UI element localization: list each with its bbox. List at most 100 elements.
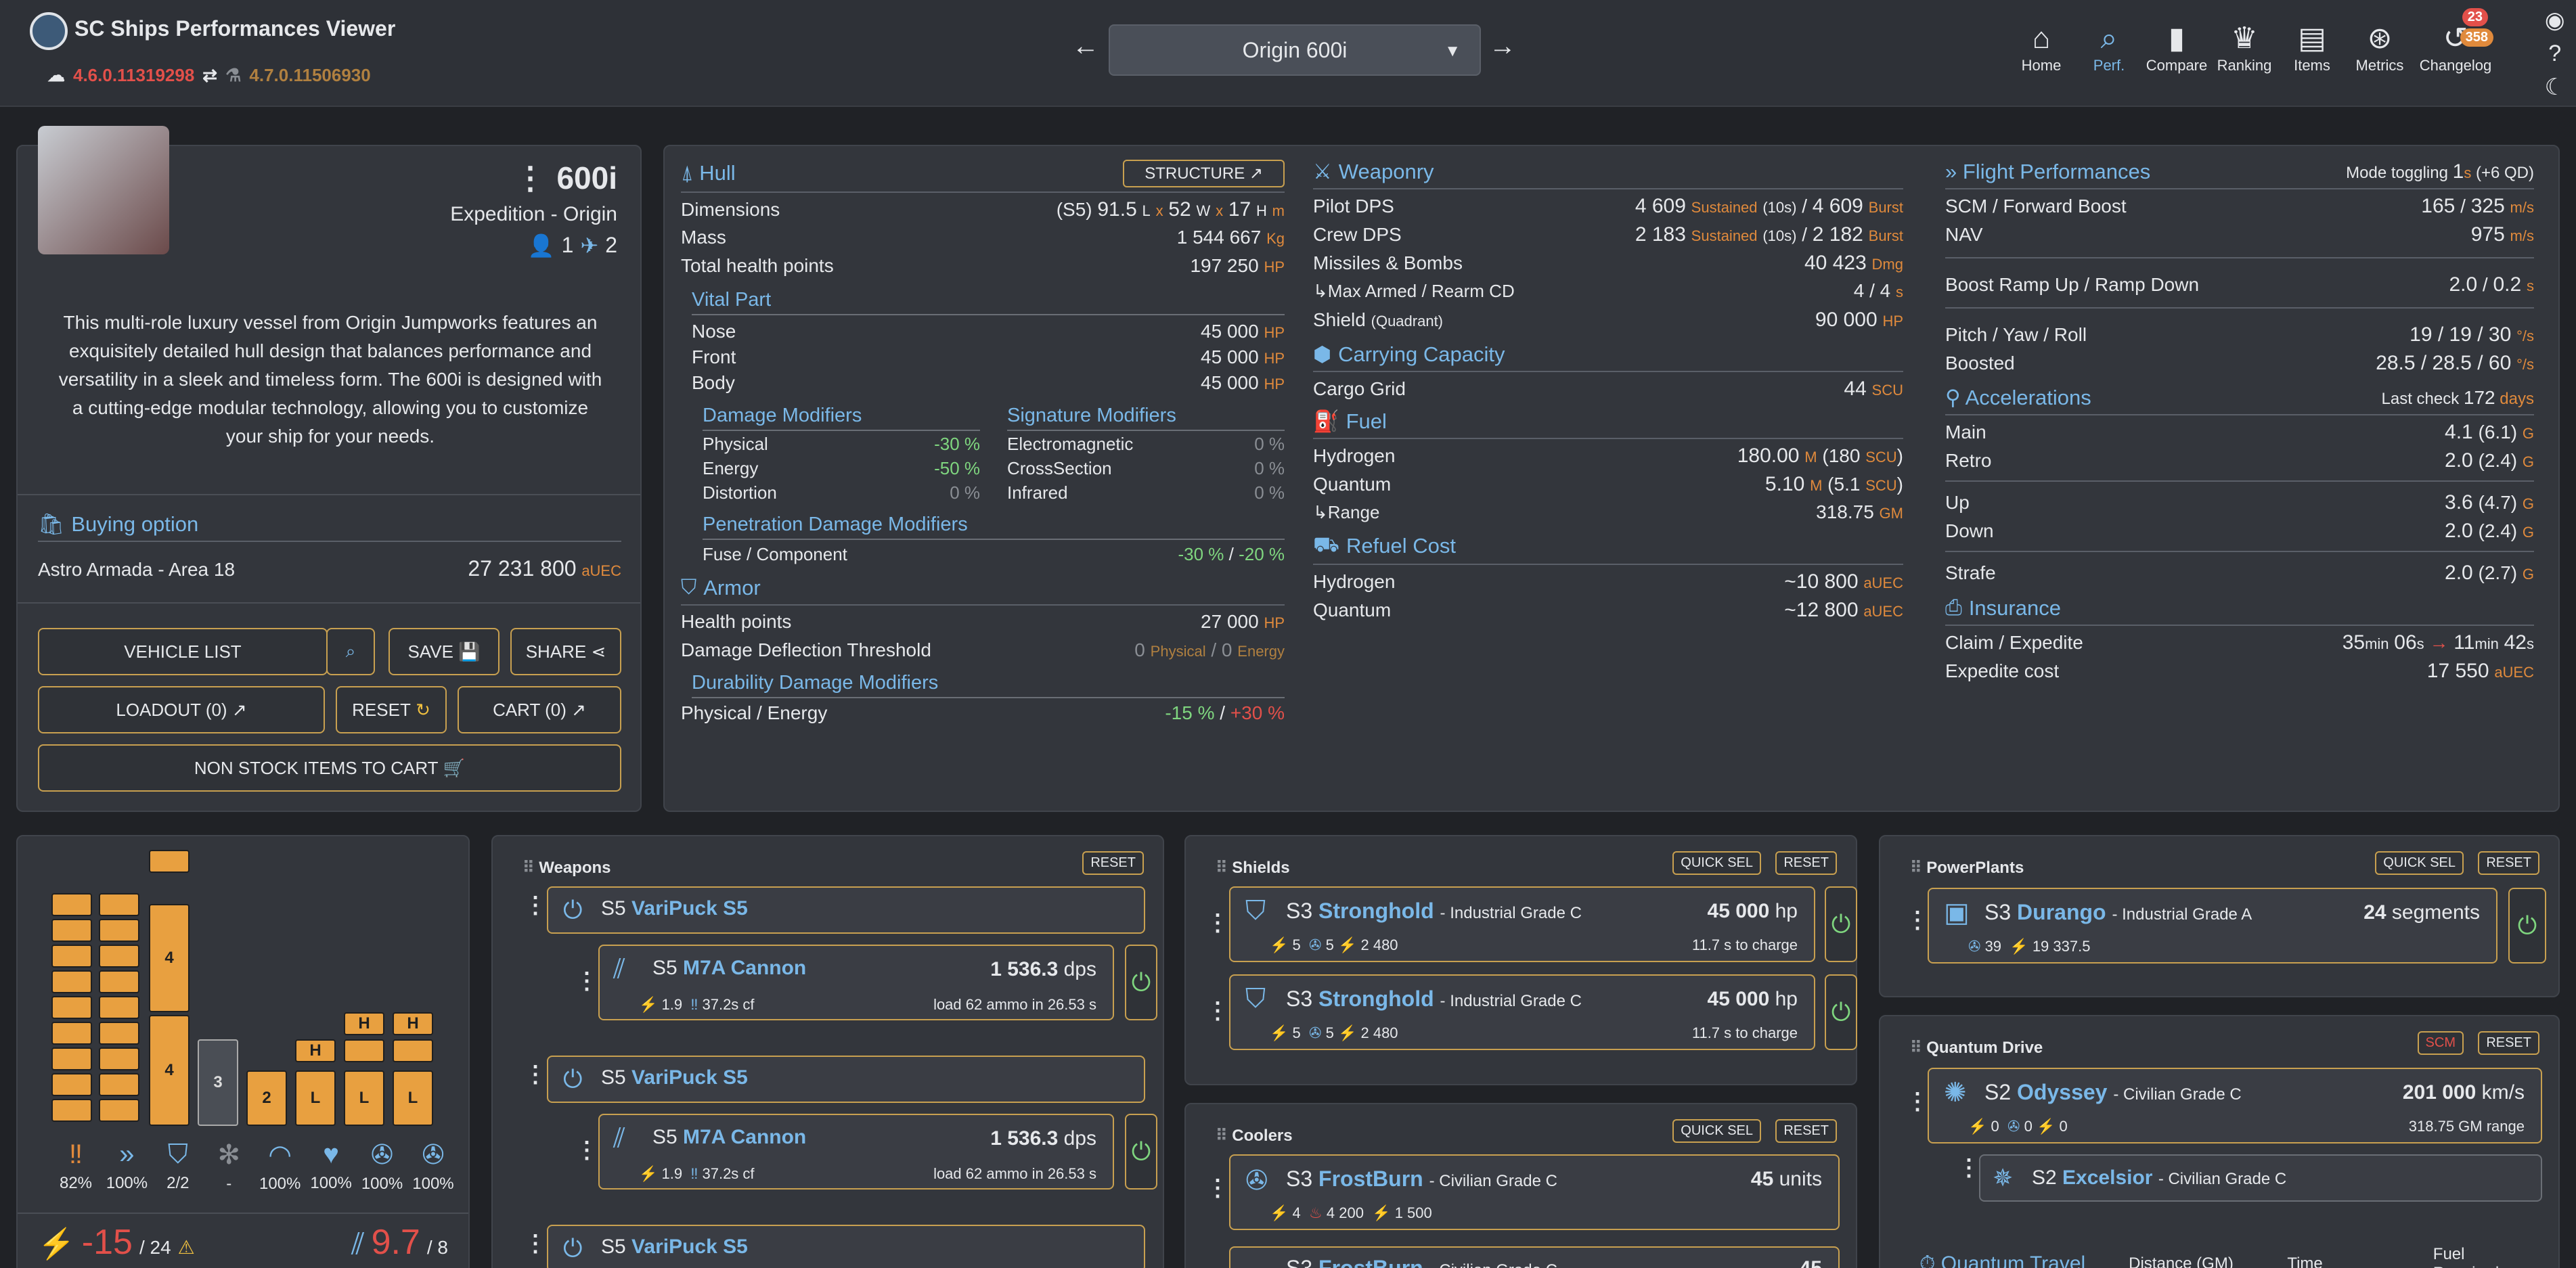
shield-power-toggle[interactable]: ⏻ [1825, 886, 1857, 962]
power-pip[interactable] [51, 996, 92, 1019]
cart-button[interactable]: CART (0) ↗ [458, 686, 621, 733]
more-icon[interactable]: ⋮ [575, 1137, 598, 1164]
structure-button[interactable]: STRUCTURE ↗ [1123, 160, 1285, 187]
power-pip[interactable] [51, 1099, 92, 1122]
dark-mode-icon[interactable]: ☾ [2545, 74, 2565, 101]
power-pip[interactable]: H [344, 1012, 384, 1035]
qd-sub-card[interactable]: ✵ S2 Excelsior - Civilian Grade C [1979, 1154, 2542, 1202]
coolers-quick-select-button[interactable]: QUICK SEL [1672, 1119, 1761, 1143]
power-pip[interactable] [51, 893, 92, 916]
power-pip[interactable]: L [295, 1070, 336, 1126]
power-stat[interactable]: ◠ 100% [256, 1139, 305, 1194]
weapon-power-toggle[interactable]: ⏻ [1125, 1114, 1157, 1190]
power-pip[interactable] [99, 970, 139, 993]
power-pip[interactable]: H [295, 1039, 336, 1062]
power-pip[interactable] [51, 1022, 92, 1045]
power-stat[interactable]: ✻ - [204, 1139, 253, 1194]
more-icon[interactable]: ⋮ [1206, 1175, 1229, 1202]
more-icon[interactable]: ⋮ [524, 1061, 547, 1088]
qd-reset-button[interactable]: RESET [2478, 1031, 2539, 1055]
powerplant-card[interactable]: ▣ S3 Durango - Industrial Grade A 24 seg… [1928, 888, 2497, 964]
drag-icon[interactable]: ⠿ [1910, 859, 1922, 877]
prev-ship-arrow-icon[interactable]: ← [1072, 31, 1099, 62]
more-icon[interactable]: ⋮ [575, 968, 598, 995]
drag-icon[interactable]: ⠿ [523, 859, 535, 877]
nav-compare[interactable]: ▮ Compare [2146, 20, 2207, 74]
cooler-card[interactable]: ✇ S3 FrostBurn - Civilian Grade C 45 uni… [1229, 1154, 1840, 1230]
power-pip[interactable] [393, 1039, 433, 1062]
power-pip[interactable] [51, 945, 92, 968]
power-pip[interactable] [99, 1099, 139, 1122]
pp-reset-button[interactable]: RESET [2478, 851, 2539, 875]
nav-changelog[interactable]: ↺ Changelog 23 358 [2420, 8, 2493, 74]
nav-metrics[interactable]: ⊛ Metrics [2355, 20, 2404, 74]
power-pip[interactable]: H [393, 1012, 433, 1035]
weapon-mount-card[interactable]: ⏻ S5 VariPuck S5 [547, 1225, 1145, 1268]
power-stat[interactable]: ‼ 82% [51, 1139, 100, 1194]
power-stat[interactable]: » 100% [102, 1139, 151, 1194]
power-pip[interactable] [99, 945, 139, 968]
drag-icon[interactable]: ⠿ [1910, 1039, 1922, 1057]
more-icon[interactable]: ⋮ [1957, 1154, 1980, 1181]
more-icon[interactable]: ⋮ [524, 892, 547, 919]
more-icon[interactable]: ⋮ [524, 1230, 547, 1257]
drag-icon[interactable]: ⠿ [1216, 1127, 1228, 1145]
weapon-mount-card[interactable]: ⏻ S5 VariPuck S5 [547, 886, 1145, 934]
power-pip[interactable] [99, 919, 139, 942]
power-pip[interactable] [99, 893, 139, 916]
weapons-reset-button[interactable]: RESET [1082, 851, 1144, 875]
weapon-card[interactable]: ⫽ S5 M7A Cannon 1 536.3 dps ⚡ 1.9 ‼ 37.2… [598, 1114, 1114, 1190]
power-pip[interactable] [51, 919, 92, 942]
save-button[interactable]: SAVE 💾 [388, 628, 499, 675]
drag-icon[interactable]: ⠿ [1216, 859, 1228, 877]
shields-reset-button[interactable]: RESET [1775, 851, 1837, 875]
power-pip[interactable]: 3 [198, 1039, 238, 1126]
vehicle-search-button[interactable]: ⌕ [326, 628, 375, 675]
shield-card[interactable]: ⛉ S3 Stronghold - Industrial Grade C 45 … [1229, 974, 1815, 1050]
power-stat[interactable]: ⛉ 2/2 [154, 1139, 202, 1194]
power-pip[interactable]: L [344, 1070, 384, 1126]
power-pip[interactable] [99, 1022, 139, 1045]
shield-card[interactable]: ⛉ S3 Stronghold - Industrial Grade C 45 … [1229, 886, 1815, 962]
power-pip[interactable] [99, 996, 139, 1019]
power-pip[interactable]: 2 [246, 1070, 287, 1126]
power-pip[interactable] [51, 970, 92, 993]
power-pip[interactable] [51, 1073, 92, 1096]
power-pip[interactable]: L [393, 1070, 433, 1126]
nav-items[interactable]: ▤ Items [2288, 20, 2336, 74]
nav-home[interactable]: ⌂ Home [2017, 20, 2066, 74]
nav-perf[interactable]: ⌕ Perf. [2085, 20, 2133, 74]
more-icon[interactable]: ⋮ [1906, 907, 1929, 934]
swap-icon[interactable]: ⇄ [202, 65, 217, 86]
power-pip[interactable] [51, 1047, 92, 1070]
coolers-reset-button[interactable]: RESET [1775, 1119, 1837, 1143]
vehicle-list-button[interactable]: VEHICLE LIST [38, 628, 328, 675]
more-icon[interactable]: ⋮ [1906, 1088, 1929, 1115]
shields-quick-select-button[interactable]: QUICK SEL [1672, 851, 1761, 875]
power-pip[interactable] [99, 1073, 139, 1096]
rss-icon[interactable]: ◉ [2545, 7, 2565, 34]
pp-power-toggle[interactable]: ⏻ [2508, 888, 2546, 964]
ship-selector[interactable]: Origin 600i ▼ [1109, 24, 1481, 76]
power-stat[interactable]: ✇ 100% [409, 1139, 458, 1194]
weapon-mount-card[interactable]: ⏻ S5 VariPuck S5 [547, 1056, 1145, 1103]
loadout-button[interactable]: LOADOUT (0) ↗ [38, 686, 325, 733]
more-icon[interactable]: ⋮ [1206, 909, 1229, 936]
power-pip[interactable]: 4 [149, 904, 190, 1012]
power-pip[interactable]: 4 [149, 1015, 190, 1126]
power-stat[interactable]: ♥ 100% [307, 1139, 355, 1194]
cooler-card[interactable]: S3 FrostBurn - Civilian Grade C 45 [1229, 1246, 1840, 1268]
qd-card[interactable]: ✺ S2 Odyssey - Civilian Grade C 201 000 … [1928, 1068, 2542, 1144]
power-pip[interactable] [149, 850, 190, 873]
power-pip[interactable] [99, 1047, 139, 1070]
more-icon[interactable]: ⋮ [514, 160, 546, 196]
reset-button[interactable]: RESET ↻ [336, 686, 447, 733]
non-stock-cart-button[interactable]: NON STOCK ITEMS TO CART 🛒 [38, 744, 621, 792]
share-button[interactable]: SHARE ⋖ [510, 628, 621, 675]
more-icon[interactable]: ⋮ [1206, 997, 1229, 1024]
weapon-power-toggle[interactable]: ⏻ [1125, 945, 1157, 1020]
power-stat[interactable]: ✇ 100% [358, 1139, 407, 1194]
shield-power-toggle[interactable]: ⏻ [1825, 974, 1857, 1050]
power-pip[interactable] [344, 1039, 384, 1062]
nav-ranking[interactable]: ♛ Ranking [2217, 20, 2272, 74]
